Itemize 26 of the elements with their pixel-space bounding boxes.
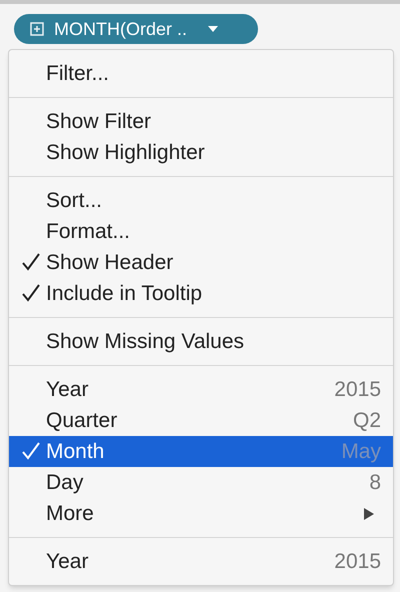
menu-item[interactable]: Year 2015	[9, 546, 393, 577]
menu-item[interactable]: Month May	[9, 436, 393, 467]
menu-item[interactable]: Year 2015	[9, 374, 393, 405]
menu-item[interactable]: Show Missing Values	[9, 326, 393, 357]
checkmark-icon	[21, 283, 41, 303]
menu-item-value: 8	[369, 470, 381, 496]
menu-item[interactable]: Format...	[9, 216, 393, 247]
checkmark-icon	[21, 441, 41, 461]
menu-item[interactable]: Quarter Q2	[9, 405, 393, 436]
menu-item[interactable]: Show Filter	[9, 106, 393, 137]
menu-item[interactable]: Day 8	[9, 467, 393, 498]
expand-icon	[30, 22, 44, 36]
menu-item[interactable]: More	[9, 498, 393, 529]
menu-item[interactable]: Include in Tooltip	[9, 278, 393, 309]
menu-item-value: Q2	[352, 408, 381, 434]
menu-item[interactable]: Filter...	[9, 58, 393, 89]
menu-item[interactable]: Show Header	[9, 247, 393, 278]
menu-item[interactable]: Sort...	[9, 185, 393, 216]
submenu-arrow-icon	[363, 506, 375, 520]
menu-item[interactable]: Show Highlighter	[9, 137, 393, 168]
caret-icon	[207, 25, 219, 33]
field-pill[interactable]: MONTH(Order ..	[14, 14, 258, 44]
menu-item-value: 2015	[334, 376, 381, 403]
menu-item-value: 2015	[334, 548, 381, 575]
menu-item-value: May	[341, 438, 381, 465]
checkmark-icon	[21, 252, 41, 272]
